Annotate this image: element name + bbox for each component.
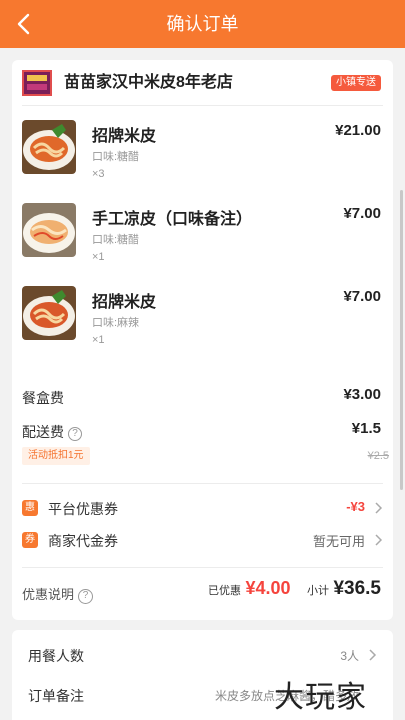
box-fee-row: 餐盒费 ¥3.00 bbox=[22, 386, 383, 410]
subtotal-amount: ¥36.5 bbox=[333, 578, 381, 599]
page-title: 确认订单 bbox=[166, 14, 239, 34]
delivery-fee-value: ¥1.5 bbox=[351, 420, 381, 437]
discount-icon: 惠 bbox=[22, 500, 38, 516]
shop-header[interactable]: 苗苗家汉中米皮8年老店 小镇专送 bbox=[22, 68, 383, 98]
diners-label: 用餐人数 bbox=[28, 648, 84, 664]
chevron-right-icon bbox=[369, 649, 377, 661]
box-fee-label: 餐盒费 bbox=[22, 390, 64, 406]
platform-coupon-value: -¥3 bbox=[346, 499, 365, 514]
remark-label: 订单备注 bbox=[28, 688, 84, 704]
scrollbar[interactable] bbox=[400, 190, 403, 490]
top-bar: 确认订单 bbox=[0, 0, 405, 48]
food-image bbox=[22, 203, 76, 257]
chevron-right-icon bbox=[375, 534, 383, 546]
list-item: 招牌米皮 口味:麻辣 ×1 ¥7.00 bbox=[22, 286, 383, 358]
chevron-right-icon bbox=[375, 502, 383, 514]
merchant-coupon-value: 暂无可用 bbox=[312, 534, 365, 549]
diners-row[interactable]: 用餐人数 3人 bbox=[28, 644, 377, 668]
item-name: 手工凉皮（口味备注） bbox=[92, 211, 253, 228]
food-image bbox=[22, 286, 76, 340]
item-quantity: ×3 bbox=[92, 168, 105, 180]
item-price: ¥21.00 bbox=[335, 122, 381, 139]
delivery-discount-tag: 活动抵扣1元 bbox=[22, 447, 90, 465]
voucher-icon: 券 bbox=[22, 532, 38, 548]
summary-row: 优惠说明? 已优惠 ¥4.00 小计 ¥36.5 bbox=[22, 578, 383, 606]
saved-amount: ¥4.00 bbox=[245, 578, 291, 598]
delivery-fee-label: 配送费 bbox=[22, 424, 64, 440]
item-quantity: ×1 bbox=[92, 334, 105, 346]
discount-info-label: 优惠说明 bbox=[22, 587, 75, 602]
item-price: ¥7.00 bbox=[343, 205, 381, 222]
platform-coupon-row[interactable]: 惠 平台优惠券 -¥3 bbox=[22, 497, 383, 521]
divider bbox=[22, 105, 383, 106]
item-quantity: ×1 bbox=[92, 251, 105, 263]
item-name: 招牌米皮 bbox=[92, 294, 157, 311]
box-fee-value: ¥3.00 bbox=[343, 386, 381, 403]
delivery-badge: 小镇专送 bbox=[331, 75, 381, 91]
merchant-coupon-row[interactable]: 券 商家代金券 暂无可用 bbox=[22, 529, 383, 553]
subtotal-label: 小计 bbox=[307, 585, 329, 597]
merchant-coupon-label: 商家代金券 bbox=[48, 533, 118, 549]
divider bbox=[22, 567, 383, 568]
item-name: 招牌米皮 bbox=[92, 128, 157, 145]
help-icon[interactable]: ? bbox=[78, 589, 94, 604]
delivery-original-price: ¥2.5 bbox=[367, 450, 389, 462]
shop-logo bbox=[22, 70, 52, 96]
saved-label: 已优惠 bbox=[208, 585, 242, 597]
help-icon[interactable]: ? bbox=[68, 427, 82, 441]
shop-name: 苗苗家汉中米皮8年老店 bbox=[64, 74, 233, 91]
delivery-fee-row: 配送费? ¥1.5 bbox=[22, 420, 383, 444]
list-item: 手工凉皮（口味备注） 口味:糖醋 ×1 ¥7.00 bbox=[22, 203, 383, 275]
food-image bbox=[22, 120, 76, 174]
list-item: 招牌米皮 口味:糖醋 ×3 ¥21.00 bbox=[22, 120, 383, 192]
item-flavor: 口味:麻辣 bbox=[92, 317, 140, 329]
item-price: ¥7.00 bbox=[343, 288, 381, 305]
diners-value: 3人 bbox=[340, 649, 359, 663]
watermark: 大玩家 bbox=[274, 680, 367, 715]
platform-coupon-label: 平台优惠券 bbox=[48, 501, 118, 517]
divider bbox=[22, 483, 383, 484]
item-flavor: 口味:糖醋 bbox=[92, 234, 140, 246]
item-flavor: 口味:糖醋 bbox=[92, 151, 140, 163]
order-card: 苗苗家汉中米皮8年老店 小镇专送 招牌米皮 口味:糖醋 ×3 ¥21.00 手工… bbox=[12, 60, 393, 620]
